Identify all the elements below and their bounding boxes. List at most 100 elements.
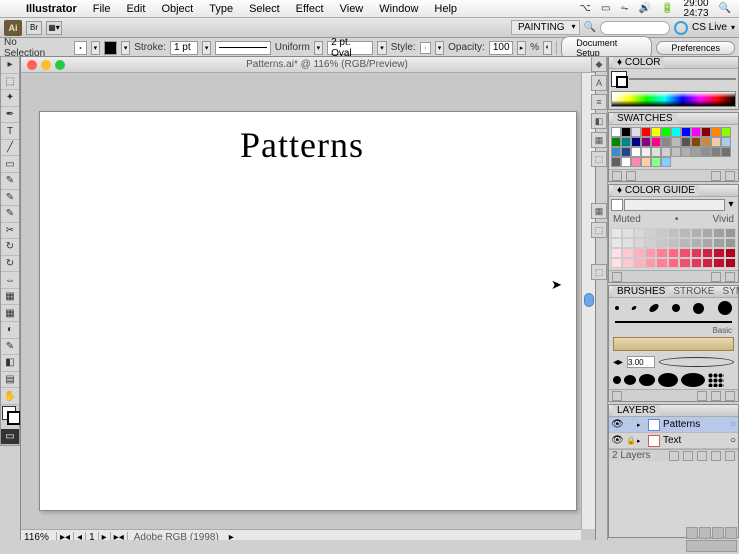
swatch-options-icon[interactable]: [626, 171, 636, 181]
swatch[interactable]: [611, 147, 621, 157]
scatter-brush-icon[interactable]: [708, 373, 724, 387]
swatch[interactable]: [621, 147, 631, 157]
display-icon[interactable]: ▭: [601, 3, 610, 14]
zoom-window-button[interactable]: [55, 60, 65, 70]
width-tool[interactable]: ⇔: [1, 272, 19, 289]
swatch[interactable]: [661, 157, 671, 167]
dock-character-icon[interactable]: A: [591, 75, 607, 91]
swatch[interactable]: [631, 127, 641, 137]
swatch[interactable]: [711, 137, 721, 147]
cs-live-icon[interactable]: [674, 21, 688, 35]
guide-library-icon[interactable]: [612, 272, 622, 282]
spotlight-icon[interactable]: 🔍: [719, 3, 731, 14]
delete-brush-icon[interactable]: [725, 391, 735, 401]
minimize-window-button[interactable]: [41, 60, 51, 70]
delete-swatch-icon[interactable]: [725, 171, 735, 181]
guide-swatch[interactable]: [611, 238, 622, 248]
guide-swatch[interactable]: [679, 248, 690, 258]
fill-swatch[interactable]: [74, 41, 87, 55]
shape-builder-tool[interactable]: ▦: [1, 289, 19, 306]
swatch[interactable]: [681, 127, 691, 137]
harmony-menu-icon[interactable]: ▾: [726, 199, 736, 211]
swatch[interactable]: [681, 147, 691, 157]
rectangle-tool[interactable]: ▭: [1, 156, 19, 173]
swatch[interactable]: [631, 147, 641, 157]
line-segment-tool[interactable]: ╱: [1, 140, 19, 157]
swatch[interactable]: [641, 127, 651, 137]
layer-target-icon[interactable]: ○: [730, 419, 736, 430]
artboard[interactable]: Patterns: [39, 111, 577, 511]
layer-target-icon[interactable]: ○: [730, 435, 736, 446]
menu-help[interactable]: Help: [426, 3, 465, 15]
symbols-tab[interactable]: SYMBOLS: [718, 286, 739, 297]
base-color-swatch[interactable]: [611, 199, 623, 211]
eyedropper-tool[interactable]: ✎: [1, 339, 19, 356]
layer-name[interactable]: Text: [663, 435, 681, 446]
guide-swatch[interactable]: [679, 258, 690, 268]
blob-brush-tool[interactable]: ✎: [1, 206, 19, 223]
swatch[interactable]: [621, 127, 631, 137]
dock-align-icon[interactable]: ▦: [591, 203, 607, 219]
style-swatch[interactable]: [420, 42, 431, 54]
swatch[interactable]: [681, 137, 691, 147]
new-brush-icon[interactable]: [711, 391, 721, 401]
canvas[interactable]: Patterns: [21, 73, 581, 529]
color-guide-tab[interactable]: ♦ COLOR GUIDE: [613, 185, 699, 196]
guide-swatch[interactable]: [622, 228, 633, 238]
guide-swatch[interactable]: [713, 228, 724, 238]
fill-dropdown[interactable]: ▾: [91, 41, 100, 55]
menu-file[interactable]: File: [85, 3, 119, 15]
make-clipping-mask-icon[interactable]: [683, 451, 693, 461]
color-guide-grid[interactable]: [609, 226, 738, 270]
swatch[interactable]: [691, 127, 701, 137]
bridge-icon[interactable]: Br: [26, 21, 42, 35]
swatch[interactable]: [721, 137, 731, 147]
guide-swatch[interactable]: [634, 228, 645, 238]
swatch[interactable]: [641, 157, 651, 167]
swatch[interactable]: [701, 137, 711, 147]
guide-swatch[interactable]: [725, 238, 736, 248]
swatch[interactable]: [701, 147, 711, 157]
guide-edit-icon[interactable]: [711, 272, 721, 282]
menu-view[interactable]: View: [332, 3, 372, 15]
type-tool[interactable]: T: [1, 123, 19, 140]
guide-swatch[interactable]: [634, 248, 645, 258]
swatch[interactable]: [611, 157, 621, 167]
guide-swatch[interactable]: [645, 228, 656, 238]
screen-mode-tool[interactable]: ▭: [1, 429, 19, 446]
stroke-weight-input[interactable]: 1 pt: [170, 41, 198, 55]
dock-pathfinder-icon[interactable]: ⬚: [591, 222, 607, 238]
swatch[interactable]: [661, 147, 671, 157]
dock-appearance-icon[interactable]: ◧: [591, 113, 607, 129]
brush-banner-sample[interactable]: [613, 337, 734, 351]
swatch-library-icon[interactable]: [612, 171, 622, 181]
swatch[interactable]: [671, 137, 681, 147]
dock-color-icon[interactable]: ◆: [591, 56, 607, 72]
menu-effect[interactable]: Effect: [288, 3, 332, 15]
brush-calligraphic-preview[interactable]: [659, 357, 734, 367]
swatch[interactable]: [651, 127, 661, 137]
swatch[interactable]: [611, 127, 621, 137]
document-titlebar[interactable]: Patterns.ai* @ 116% (RGB/Preview): [21, 57, 595, 73]
swatch[interactable]: [651, 137, 661, 147]
guide-swatch[interactable]: [725, 258, 736, 268]
menu-type[interactable]: Type: [201, 3, 241, 15]
swatch[interactable]: [631, 157, 641, 167]
brush-definition[interactable]: 2 pt. Oval: [327, 41, 373, 55]
guide-swatch[interactable]: [679, 238, 690, 248]
dock-paragraph-icon[interactable]: ≡: [591, 94, 607, 110]
guide-swatch[interactable]: [713, 248, 724, 258]
guide-save-icon[interactable]: [725, 272, 735, 282]
swatch[interactable]: [671, 127, 681, 137]
layer-visibility-icon[interactable]: 👁: [611, 435, 623, 446]
layer-thumbnail[interactable]: [648, 435, 660, 447]
symbol-sprayer-tool[interactable]: ▤: [1, 372, 19, 389]
layer-expand-icon[interactable]: ▸: [637, 421, 645, 429]
blend-tool[interactable]: ◧: [1, 355, 19, 372]
new-sublayer-icon[interactable]: [697, 451, 707, 461]
swatch[interactable]: [621, 137, 631, 147]
guide-swatch[interactable]: [668, 248, 679, 258]
stroke-tab[interactable]: STROKE: [669, 286, 718, 297]
workspace-switcher[interactable]: PAINTING: [511, 20, 579, 35]
guide-swatch[interactable]: [656, 228, 667, 238]
